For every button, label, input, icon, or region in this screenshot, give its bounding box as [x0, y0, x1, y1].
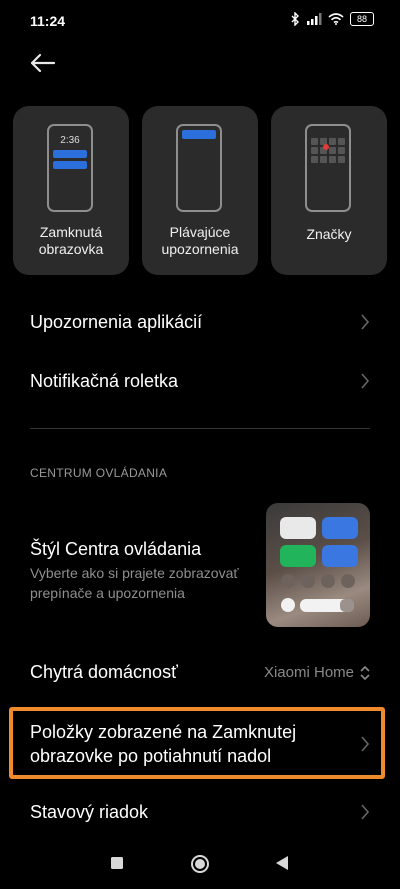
phone-illustration	[305, 124, 351, 212]
list-item-subtitle: Vyberte ako si prajete zobrazovať prepín…	[30, 565, 239, 601]
control-center-preview	[266, 503, 370, 627]
highlight-frame	[9, 707, 385, 779]
badge-dot	[323, 144, 329, 150]
navigation-bar	[0, 840, 400, 889]
preview-clock: 2:36	[60, 135, 80, 146]
signal-icon	[307, 13, 322, 25]
tile-label: Zamknutá obrazovka	[38, 224, 104, 257]
app-grid-icon	[311, 138, 345, 163]
notification-bar	[53, 150, 87, 158]
tile-floating-notifications[interactable]: Plávajúce upozornenia	[142, 106, 258, 275]
tile-lock-screen[interactable]: 2:36 Zamknutá obrazovka	[13, 106, 129, 275]
smart-home-value: Xiaomi Home	[263, 664, 354, 681]
control-center-illustration	[280, 517, 358, 612]
list-item-status-bar[interactable]: Stavový riadok	[0, 790, 400, 834]
list-item-label: Notifikačná roletka	[30, 371, 179, 391]
phone-illustration: 2:36	[47, 124, 93, 212]
bluetooth-icon	[291, 12, 299, 26]
status-bar: 11:24 88	[0, 0, 400, 44]
home-button[interactable]	[190, 854, 210, 874]
chevron-right-icon	[361, 314, 370, 330]
list-item-label: Upozornenia aplikácií	[30, 312, 203, 332]
tile-label: Značky	[306, 226, 352, 242]
status-time: 11:24	[30, 13, 66, 29]
list-item-smart-home[interactable]: Chytrá domácnosť Xiaomi Home	[0, 650, 400, 694]
floating-notification-bar	[182, 130, 216, 139]
recent-apps-button[interactable]	[110, 856, 124, 870]
chevron-right-icon	[361, 804, 370, 820]
divider	[30, 428, 370, 429]
chevron-up-down-icon	[360, 665, 370, 681]
tile-badges[interactable]: Značky	[271, 106, 387, 275]
phone-illustration	[176, 124, 222, 212]
list-item-label: Stavový riadok	[30, 802, 149, 822]
back-arrow-icon[interactable]	[28, 50, 58, 76]
notification-bar	[53, 161, 87, 169]
battery-indicator: 88	[350, 12, 374, 26]
list-item-app-notifications[interactable]: Upozornenia aplikácií	[0, 300, 400, 344]
list-item-label: Chytrá domácnosť	[30, 662, 178, 682]
section-header: CENTRUM OVLÁDANIA	[30, 466, 168, 480]
tile-label: Plávajúce upozornenia	[161, 224, 239, 257]
list-item-notification-shade[interactable]: Notifikačná roletka	[0, 359, 400, 403]
back-button[interactable]	[274, 855, 290, 871]
chevron-right-icon	[361, 373, 370, 389]
list-item-label: Štýl Centra ovládania	[30, 539, 202, 559]
wifi-icon	[328, 13, 344, 25]
status-icons: 88	[290, 12, 374, 26]
